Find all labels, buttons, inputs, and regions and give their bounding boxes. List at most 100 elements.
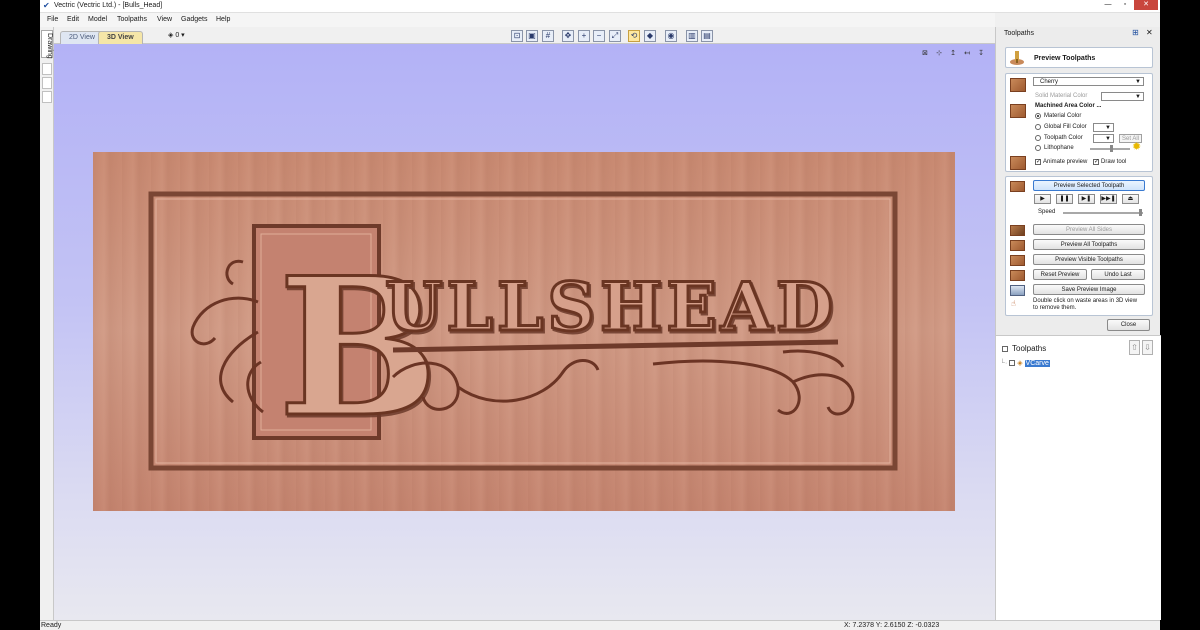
toolpaths-list-header: Toolpaths (1002, 344, 1046, 353)
material-dropdown[interactable]: Cherry ▼ (1033, 77, 1144, 86)
menu-view[interactable]: View (157, 16, 172, 23)
status-bar: Ready X: 7.2378 Y: 2.6150 Z: -0.0323 (40, 620, 1160, 630)
window-title: Vectric (Vectric Ltd.) - [Bulls_Head] (54, 2, 163, 9)
zoom-out-icon[interactable]: − (593, 30, 605, 42)
wood-sign-preview: B ULLS HEAD (93, 152, 955, 511)
step-forward-icon[interactable]: ▶❚ (1078, 194, 1095, 204)
split-view-icon[interactable]: ▥ (686, 30, 698, 42)
menu-bar: File Edit Model Toolpaths View Gadgets H… (40, 13, 995, 27)
render-icon[interactable]: ◉ (665, 30, 677, 42)
radio-material-color[interactable] (1035, 113, 1041, 119)
close-button[interactable]: Close (1107, 319, 1150, 331)
animate-icon (1010, 156, 1026, 170)
strip-slot[interactable] (42, 91, 52, 103)
preview-all-sides-button[interactable]: Preview All Sides (1033, 224, 1145, 235)
drawing-tab[interactable]: Drawing (41, 30, 53, 59)
menu-model[interactable]: Model (88, 16, 107, 23)
undo-last-button[interactable]: Undo Last (1091, 269, 1145, 280)
status-text: Ready (41, 622, 62, 629)
minimize-button[interactable]: — (1100, 0, 1116, 10)
machined-area-icon (1010, 104, 1026, 118)
layer-selector[interactable]: ◈ 0 ▾ (168, 31, 185, 39)
menu-edit[interactable]: Edit (67, 16, 79, 23)
option-toolpath-color: Toolpath Color (1044, 135, 1083, 141)
play-icon[interactable]: ▶ (1034, 194, 1051, 204)
layout-icon[interactable]: ▤ (701, 30, 713, 42)
light-sun-icon[interactable]: ✹ (1132, 140, 1141, 153)
maximize-button[interactable]: ▫ (1117, 0, 1133, 10)
preview-all-toolpaths-button[interactable]: Preview All Toolpaths (1033, 239, 1145, 250)
left-letterbox (0, 0, 40, 630)
iso-view-icon[interactable]: ⊠ (920, 49, 930, 59)
chevron-down-icon: ▼ (1135, 79, 1141, 85)
pause-icon[interactable]: ❚❚ (1056, 194, 1073, 204)
reset-preview-icon (1010, 270, 1025, 281)
pan-icon[interactable]: ✥ (562, 30, 574, 42)
zoom-in-icon[interactable]: + (578, 30, 590, 42)
preview-selected-toolpath-button[interactable]: Preview Selected Toolpath (1033, 180, 1145, 191)
option-material-color: Material Color (1044, 113, 1082, 119)
3d-viewport[interactable]: ⊠ ⊹ ↥ ↤ ↧ B ULLS HEAD (54, 44, 995, 620)
top-view-icon[interactable]: ⊹ (934, 49, 944, 59)
title-bar: ✔ Vectric (Vectric Ltd.) - [Bulls_Head] … (40, 0, 1160, 13)
menu-gadgets[interactable]: Gadgets (181, 16, 207, 23)
skip-end-icon[interactable]: ▶▶❚ (1100, 194, 1117, 204)
preview-tool-icon (1010, 51, 1024, 65)
strip-slot[interactable] (42, 63, 52, 75)
solid-material-color-label: Solid Material Color (1035, 93, 1088, 99)
zoom-box-icon[interactable]: ⊡ (511, 30, 523, 42)
sign-text-ulls: ULLS (385, 268, 599, 346)
radio-toolpath-color[interactable] (1035, 135, 1041, 141)
speed-slider[interactable] (1063, 212, 1143, 214)
option-global-fill-color: Global Fill Color (1044, 124, 1087, 130)
cursor-coordinates: X: 7.2378 Y: 2.6150 Z: -0.0323 (844, 622, 940, 629)
draw-tool-checkbox[interactable]: ✓ (1093, 159, 1099, 165)
machined-area-label: Machined Area Color ... (1035, 103, 1102, 109)
draw-tool-label: Draw tool (1101, 159, 1127, 165)
menu-help[interactable]: Help (216, 16, 230, 23)
animate-preview-checkbox[interactable]: ✓ (1035, 159, 1041, 165)
preview-toolpaths-header: Preview Toolpaths (1005, 47, 1153, 68)
carving-render: B ULLS HEAD (148, 191, 898, 471)
sign-text-head: HEAD (600, 268, 837, 346)
zoom-extents-icon[interactable]: ⤢ (609, 30, 621, 42)
speed-slider-knob[interactable] (1139, 209, 1142, 216)
menu-toolpaths[interactable]: Toolpaths (117, 16, 147, 23)
vectric-logo-icon: ✔ (43, 1, 50, 10)
fit-view-icon[interactable]: ▣ (526, 30, 538, 42)
view-toolbar: 2D View 3D View ◈ 0 ▾ ⊡ ▣ # ✥ + − ⤢ ⟲ ◆ … (54, 27, 995, 44)
toolpath-item-label: VCarve (1024, 360, 1050, 367)
move-up-icon[interactable]: ⇧ (1129, 340, 1140, 355)
y-view-icon[interactable]: ↧ (976, 49, 986, 59)
grid-icon[interactable]: # (542, 30, 554, 42)
eject-icon[interactable]: ⏏ (1122, 194, 1139, 204)
speed-label: Speed (1038, 209, 1056, 215)
radio-lithophane[interactable] (1035, 145, 1041, 151)
strip-slot[interactable] (42, 77, 52, 89)
move-down-icon[interactable]: ⇩ (1142, 340, 1153, 355)
tab-3d-view[interactable]: 3D View (98, 31, 143, 44)
rotate-icon[interactable]: ⟲ (628, 30, 640, 42)
view-mode-icon[interactable]: ◆ (644, 30, 656, 42)
toolpath-item-checkbox[interactable] (1009, 360, 1016, 366)
close-window-button[interactable]: ✕ (1134, 0, 1158, 10)
vcarve-icon: ◈ (1017, 360, 1023, 367)
solid-color-dropdown[interactable]: ▼ (1101, 92, 1144, 101)
reset-preview-button[interactable]: Reset Preview (1033, 269, 1087, 280)
panel-header: Toolpaths ⊞ ✕ (996, 27, 1161, 40)
save-disk-icon (1010, 285, 1025, 296)
toolpaths-list-title: Toolpaths (1012, 344, 1047, 353)
z-view-icon[interactable]: ↥ (948, 49, 958, 59)
x-view-icon[interactable]: ↤ (962, 49, 972, 59)
lithophane-slider-knob[interactable] (1110, 145, 1113, 152)
panel-close-icon[interactable]: ✕ (1146, 28, 1153, 37)
preview-visible-toolpaths-button[interactable]: Preview Visible Toolpaths (1033, 254, 1145, 265)
pin-icon[interactable]: ⊞ (1132, 28, 1139, 37)
toolpath-color-dropdown[interactable]: ▼ (1093, 134, 1114, 143)
save-preview-image-button[interactable]: Save Preview Image (1033, 284, 1145, 295)
menu-file[interactable]: File (47, 16, 58, 23)
global-fill-dropdown[interactable]: ▼ (1093, 123, 1114, 132)
toolpaths-master-checkbox[interactable] (1002, 346, 1008, 352)
radio-global-fill-color[interactable] (1035, 124, 1041, 130)
toolpath-item[interactable]: └· ◈ VCarve (1000, 359, 1050, 367)
